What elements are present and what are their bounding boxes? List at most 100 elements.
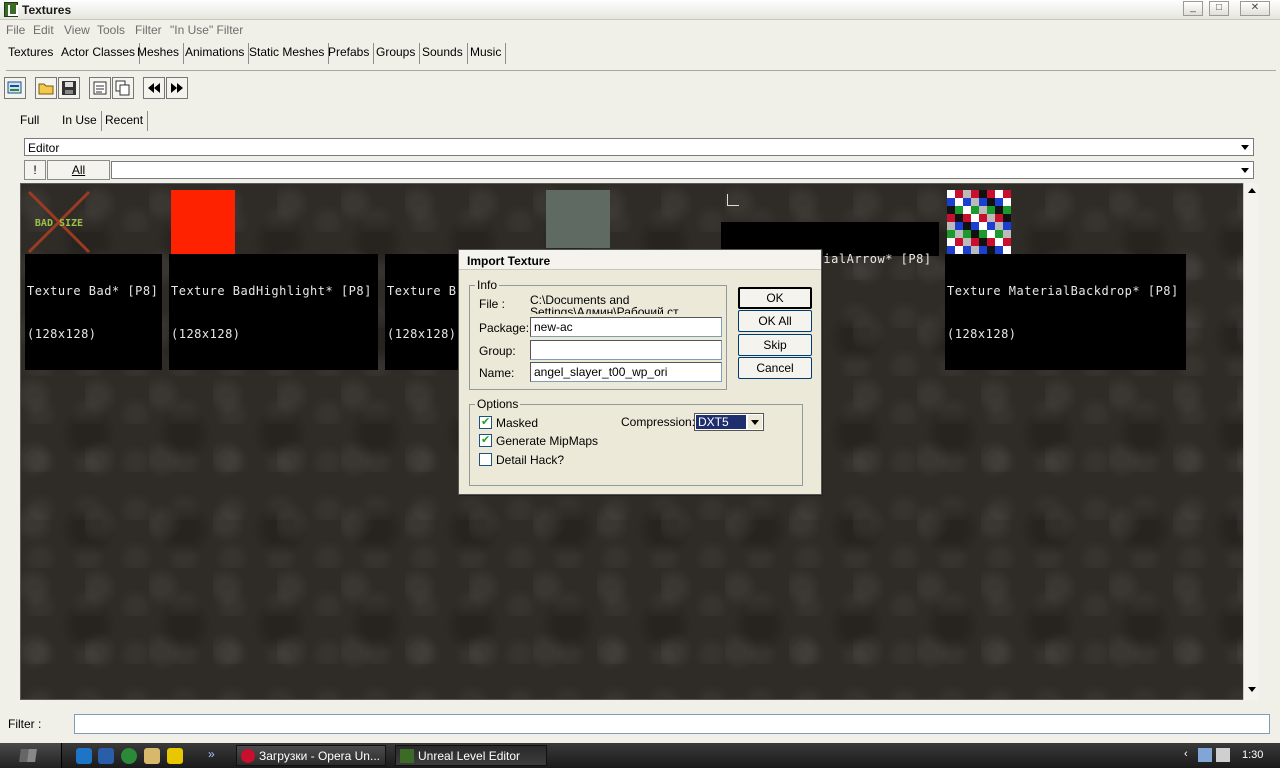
compression-label: Compression: [621,415,696,429]
next-button[interactable] [166,77,188,99]
tab-prefabs[interactable]: Prefabs [324,43,375,64]
import-texture-dialog: Import Texture Info File : C:\Documents … [458,249,822,495]
package-input[interactable]: new-ac [530,317,722,337]
group-label: Group: [479,344,516,358]
browser-scrollbar[interactable] [1243,183,1259,700]
texture-caption-bad: Texture Bad* [P8] (128x128) [25,254,162,370]
menu-filter[interactable]: Filter [135,23,162,37]
explorer-icon[interactable] [98,748,114,764]
properties-button[interactable] [89,77,111,99]
subtab-full[interactable]: Full [16,111,43,131]
task-label: Загрузки - Opera Un... [259,749,380,763]
opera-icon [241,749,255,763]
scroll-up-icon[interactable] [1244,184,1260,198]
texture-thumb-material-swatch[interactable] [546,190,610,248]
texture-caption-badhighlight: Texture BadHighlight* [P8] (128x128) [169,254,378,370]
package-dropdown[interactable]: Editor [24,138,1254,156]
menu-bar: File Edit View Tools Filter "In Use" Fil… [0,21,1280,39]
network-icon[interactable] [1198,748,1212,762]
name-input[interactable]: angel_slayer_t00_wp_ori [530,362,722,382]
filter-input[interactable] [74,714,1270,734]
ie-icon[interactable] [76,748,92,764]
texture-caption-partial: Texture B (128x128) [385,254,465,370]
folder-icon[interactable] [144,748,160,764]
browser-icon [7,81,22,94]
texture-thumb-bad[interactable]: BAD SIZE [27,190,91,254]
dialog-title: Import Texture [459,250,821,270]
menu-file[interactable]: File [6,23,25,37]
save-package-button[interactable] [58,77,80,99]
copy-button[interactable] [112,77,134,99]
previous-button[interactable] [143,77,165,99]
detail-hack-checkbox[interactable] [479,453,492,466]
group-dropdown[interactable] [111,161,1254,179]
menu-edit[interactable]: Edit [33,23,54,37]
unreal-icon [400,749,414,763]
cancel-button[interactable]: Cancel [738,357,812,379]
open-package-button[interactable] [35,77,57,99]
bad-size-text: BAD SIZE [35,218,83,229]
material-arrow-icon[interactable] [727,194,739,206]
menu-view[interactable]: View [64,23,90,37]
taskbar-item-unreal[interactable]: Unreal Level Editor [395,745,547,766]
properties-icon [93,81,107,95]
tab-groups[interactable]: Groups [372,43,421,64]
skip-button[interactable]: Skip [738,334,812,356]
menu-in-use-filter[interactable]: "In Use" Filter [170,23,243,37]
browser-button[interactable] [4,77,26,99]
unreal-app-icon [4,2,18,17]
subtab-in-use[interactable]: In Use [58,111,102,131]
exclude-group-button[interactable]: ! [24,160,46,180]
subtab-recent[interactable]: Recent [101,111,149,131]
maximize-button[interactable]: □ [1209,1,1229,16]
compression-value: DXT5 [696,415,746,429]
tray-expand-icon[interactable]: ‹ [1184,748,1188,760]
tab-actor-classes[interactable]: Actor Classes [57,43,141,64]
name-label: Name: [479,366,515,380]
menu-tools[interactable]: Tools [97,23,125,37]
chevron-down-icon[interactable] [1238,163,1252,177]
utorrent-icon[interactable] [121,748,137,764]
minimize-button[interactable]: _ [1183,1,1203,16]
taskbar-item-opera[interactable]: Загрузки - Opera Un... [236,745,386,766]
texture-size: (128x128) [947,327,1017,341]
tab-meshes[interactable]: Meshes [133,43,185,64]
compression-dropdown[interactable]: DXT5 [694,413,764,431]
windows-icon [19,749,37,762]
tab-sounds[interactable]: Sounds [418,43,468,64]
texture-thumb-materialbackdrop[interactable] [947,190,1011,254]
all-groups-button[interactable]: All [47,160,110,180]
tab-music[interactable]: Music [466,43,507,64]
chevron-down-icon[interactable] [748,415,762,429]
save-icon [62,81,76,95]
volume-icon[interactable] [1216,748,1230,762]
checkerboard-thumbnail [947,190,1011,254]
package-dropdown-value: Editor [28,141,60,155]
options-legend: Options [475,397,521,411]
window-title: Textures [22,3,72,17]
plus-icon[interactable] [167,748,183,764]
start-button[interactable] [0,743,62,768]
ok-button[interactable]: OK [738,287,812,309]
tab-textures[interactable]: Textures [4,43,57,64]
texture-thumb-badhighlight[interactable] [171,190,235,254]
mipmaps-checkbox[interactable] [479,433,492,447]
quicklaunch-expand-icon[interactable]: » [208,747,220,763]
file-path-line2: Settings\Админ\Рабочий ст [530,305,679,314]
chevron-down-icon[interactable] [1238,140,1252,154]
tab-animations[interactable]: Animations [181,43,250,64]
bad-size-thumbnail: BAD SIZE [27,190,91,254]
masked-checkbox[interactable] [479,415,492,429]
tab-static-meshes[interactable]: Static Meshes [245,43,330,64]
system-tray: ‹ 1:30 [1180,743,1280,768]
close-button[interactable]: ✕ [1240,1,1270,16]
title-bar: Textures _ □ ✕ [0,0,1280,20]
texture-name: Texture Bad* [P8] [27,284,159,298]
ok-all-button[interactable]: OK All [738,310,812,332]
texture-caption-materialbackdrop: Texture MaterialBackdrop* [P8] (128x128) [945,254,1186,370]
scroll-down-icon[interactable] [1244,683,1260,697]
package-label: Package: [479,321,530,335]
texture-size: (128x128) [387,327,457,341]
group-input[interactable] [530,340,722,360]
toolbar-divider [6,70,1276,71]
